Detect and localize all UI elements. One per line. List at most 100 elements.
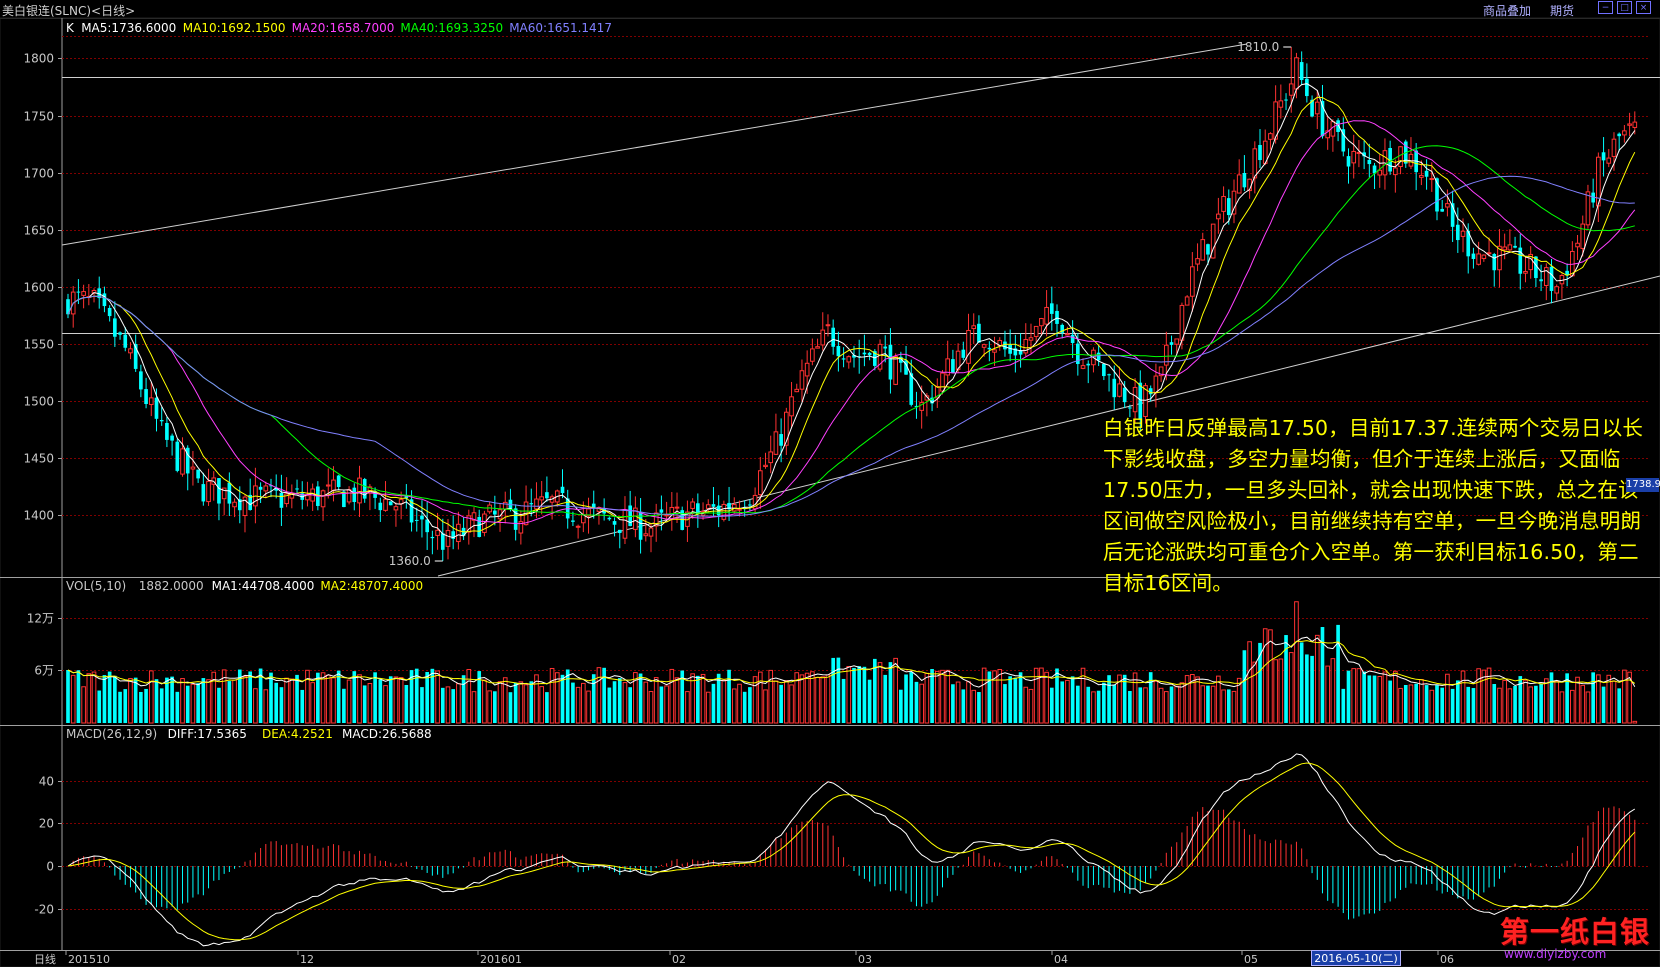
volume-bar-down <box>1591 672 1595 723</box>
volume-bar-down <box>269 672 273 723</box>
candle-body-up <box>1351 150 1357 164</box>
volume-bar-down <box>159 688 164 723</box>
volume-bar-down <box>1492 684 1497 723</box>
volume-bar-up <box>846 666 852 724</box>
volume-bar-down <box>1424 685 1429 723</box>
volume-bar-up <box>773 680 779 724</box>
candle-body-up <box>180 448 185 475</box>
volume-bar-down <box>1617 688 1622 723</box>
candle-body-up <box>1419 174 1424 178</box>
volume-bar-down <box>1403 684 1408 723</box>
volume-bar-up <box>586 690 591 724</box>
candle-body-up <box>148 397 154 405</box>
candle-body-up <box>1268 133 1273 140</box>
volume-bar-up <box>1377 675 1383 724</box>
volume-bar-up <box>1252 661 1258 724</box>
volume-bar-down <box>1008 676 1012 723</box>
candle-body-down <box>76 291 81 293</box>
volume-bar-up <box>804 672 810 724</box>
volume-bar-down <box>1388 680 1392 723</box>
volume-bar-down <box>529 681 534 723</box>
volume-bar-down <box>1435 685 1439 723</box>
volume-bar-down <box>857 666 862 723</box>
candle-body-up <box>206 480 211 503</box>
candle-body-up <box>357 477 362 504</box>
volume-bar-down <box>175 691 180 723</box>
candle-body-up <box>1153 375 1159 394</box>
volume-bar-up <box>1408 684 1414 724</box>
volume-bar-up <box>398 677 404 724</box>
price-tick-label: 1650 <box>23 224 54 238</box>
candle-body-down <box>1440 208 1445 212</box>
volume-bar-down <box>451 689 456 723</box>
volume-bar-down <box>378 679 383 723</box>
candle-body-down <box>1086 363 1091 366</box>
volume-bar-up <box>784 680 789 724</box>
candle-body-up <box>794 388 800 393</box>
candle-body-up <box>971 325 977 330</box>
volume-bar-up <box>1132 672 1138 724</box>
volume-bar-down <box>420 687 424 723</box>
volume-tick-label: 12万 <box>27 612 54 626</box>
volume-bar-up <box>648 691 654 724</box>
candle-body-down <box>1055 310 1059 324</box>
candle-body-down <box>951 359 955 373</box>
volume-bar-down <box>612 681 617 723</box>
volume-bar-up <box>1091 691 1096 724</box>
candle-body-down <box>154 397 159 419</box>
candle-body-down <box>1226 198 1231 216</box>
volume-bar-down <box>66 669 70 723</box>
volume-bar-down <box>1076 685 1080 723</box>
volume-bar-down <box>508 692 513 723</box>
candle-body-down <box>862 352 867 355</box>
candle-body-down <box>493 510 497 515</box>
candle-body-up <box>435 529 440 536</box>
candle-body-down <box>1455 224 1460 241</box>
candle-body-down <box>1601 152 1606 161</box>
volume-bar-down <box>513 682 518 723</box>
candle-body-down <box>607 517 612 520</box>
candle-body-up <box>1606 157 1612 164</box>
candle-body-down <box>1367 159 1372 165</box>
volume-bar-up <box>523 684 529 724</box>
volume-bar-down <box>591 674 596 723</box>
candle-body-up <box>1065 333 1070 336</box>
volume-bar-up <box>1570 689 1575 724</box>
volume-bar-up <box>669 668 675 724</box>
macd-legend-item: MACD(26,12,9) <box>66 727 157 741</box>
candle-body-up <box>1028 337 1034 341</box>
volume-bar-down <box>201 678 206 723</box>
candle-body-up <box>940 372 945 392</box>
volume-bar-up <box>91 671 97 724</box>
volume-bar-up <box>1273 659 1278 724</box>
volume-bar-down <box>1169 686 1174 723</box>
volume-bar-up <box>685 691 690 724</box>
candle-body-up <box>664 514 669 517</box>
candle-body-up <box>846 356 852 363</box>
candle-body-up <box>1429 178 1435 181</box>
volume-bar-up <box>971 689 977 724</box>
volume-legend-item: MA2:48707.4000 <box>320 579 423 593</box>
candle-body-down <box>362 479 367 499</box>
watermark-main: 第一纸白银 <box>1500 915 1651 949</box>
candle-body-down <box>883 346 888 349</box>
candle-body-up <box>1585 191 1591 226</box>
volume-bar-up <box>148 670 154 724</box>
volume-bar-down <box>742 691 747 723</box>
volume-bar-up <box>1143 687 1148 724</box>
candle-body-down <box>836 346 841 357</box>
volume-bar-down <box>696 675 700 723</box>
main-legend-item: MA40:1693.3250 <box>400 21 503 35</box>
volume-bar-up <box>815 677 820 724</box>
candle-body-up <box>690 501 695 509</box>
volume-bar-up <box>1596 674 1601 724</box>
volume-bar-up <box>1330 658 1336 724</box>
volume-bar-up <box>768 669 774 724</box>
candle-body-up <box>575 525 581 528</box>
x-tick-label: 201510 <box>68 953 110 966</box>
candle-body-down <box>1102 363 1106 377</box>
volume-bar-down <box>883 674 888 723</box>
volume-bar-down <box>852 667 856 723</box>
price-tick-label: 1450 <box>23 452 54 466</box>
volume-legend-item: VOL(5,10) <box>66 579 126 593</box>
